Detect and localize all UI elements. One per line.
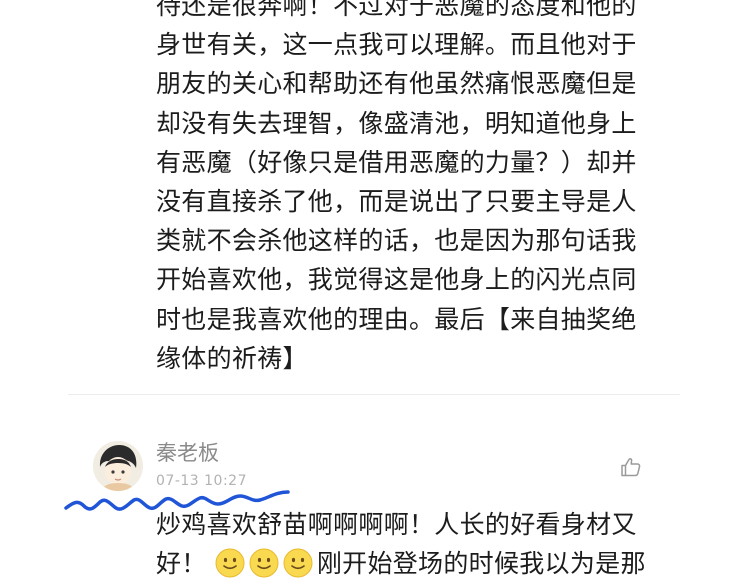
smiling-face-emoji-icon (249, 548, 279, 578)
previous-comment-text: 待还是很奔啊！不过对于恶魔的态度和他的身世有关，这一点我可以理解。而且他对于朋友… (156, 0, 637, 373)
smiling-face-emoji-icon (283, 548, 313, 578)
smiling-face-emoji-icon (215, 548, 245, 578)
comment-text-part2: 刚开始登场的时候我以为是那 (316, 549, 646, 579)
comment-username[interactable]: 秦老板 (156, 440, 219, 466)
comment-divider (68, 394, 680, 395)
comment-text: 炒鸡喜欢舒苗啊啊啊啊！人长的好看身材又好！ 刚开始登场的时候我以为是那 (156, 505, 656, 583)
thumbs-up-icon[interactable] (619, 455, 643, 479)
